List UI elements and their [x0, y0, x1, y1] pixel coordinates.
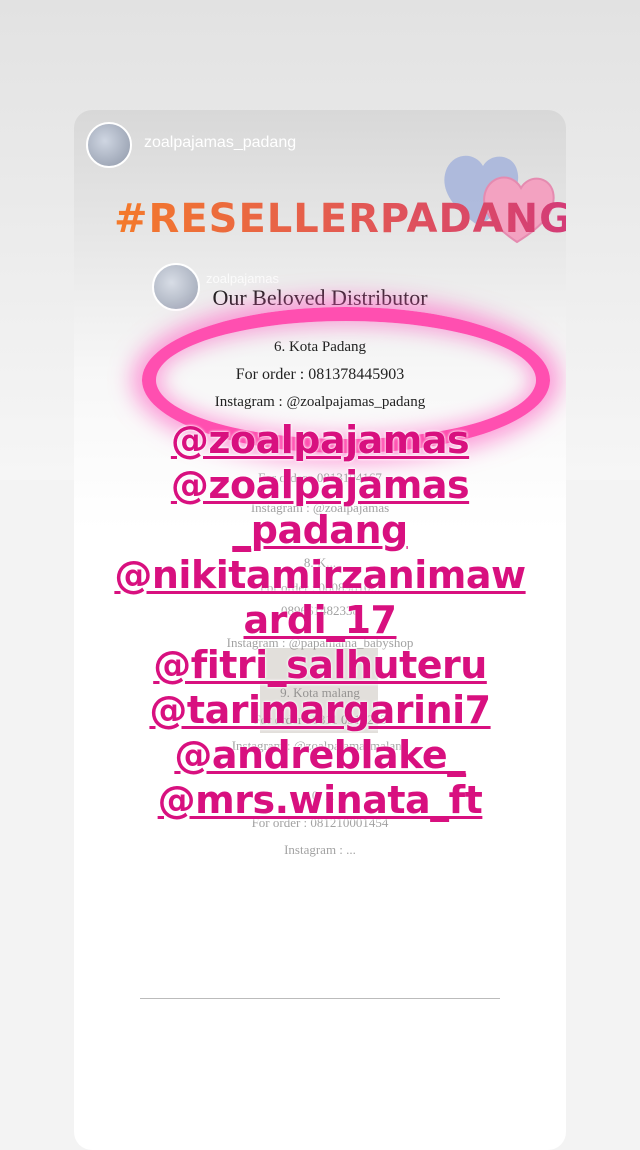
entry-instagram: Instagram : @zoalpajamas_padang — [214, 394, 426, 410]
mention-zoalpajamas-padang-cont[interactable]: _padang — [0, 508, 640, 553]
mention-andreblake[interactable]: @andreblake_ — [0, 733, 640, 778]
mention-nikitamirzanimawardi[interactable]: @nikitamirzanimaw — [0, 553, 640, 598]
mention-fitri-salhuteru[interactable]: @fitri_salhuteru — [0, 643, 640, 688]
divider — [140, 998, 500, 999]
mention-tarimargarini7[interactable]: @tarimargarini7 — [0, 688, 640, 733]
hashtag-sticker[interactable]: #RESELLERPADANG — [114, 196, 566, 242]
avatar[interactable] — [86, 122, 132, 168]
entry-city: 6. Kota Padang — [273, 339, 367, 355]
entry-order: For order : 081378445903 — [235, 366, 405, 383]
mention-nikitamirzanimawardi-cont[interactable]: ardi_17 — [0, 598, 640, 643]
mention-mrs-winata-ft[interactable]: @mrs.winata_ft — [0, 778, 640, 823]
ghost-line: Instagram : ... — [284, 842, 356, 857]
mention-zoalpajamas-padang[interactable]: @zoalpajamas — [0, 463, 640, 508]
shared-post-username: zoalpajamas — [206, 271, 279, 286]
mention-zoalpajamas[interactable]: @zoalpajamas — [0, 418, 640, 463]
mention-sticker-group: @zoalpajamas @zoalpajamas _padang @nikit… — [0, 418, 640, 823]
story-username[interactable]: zoalpajamas_padang — [144, 134, 296, 152]
